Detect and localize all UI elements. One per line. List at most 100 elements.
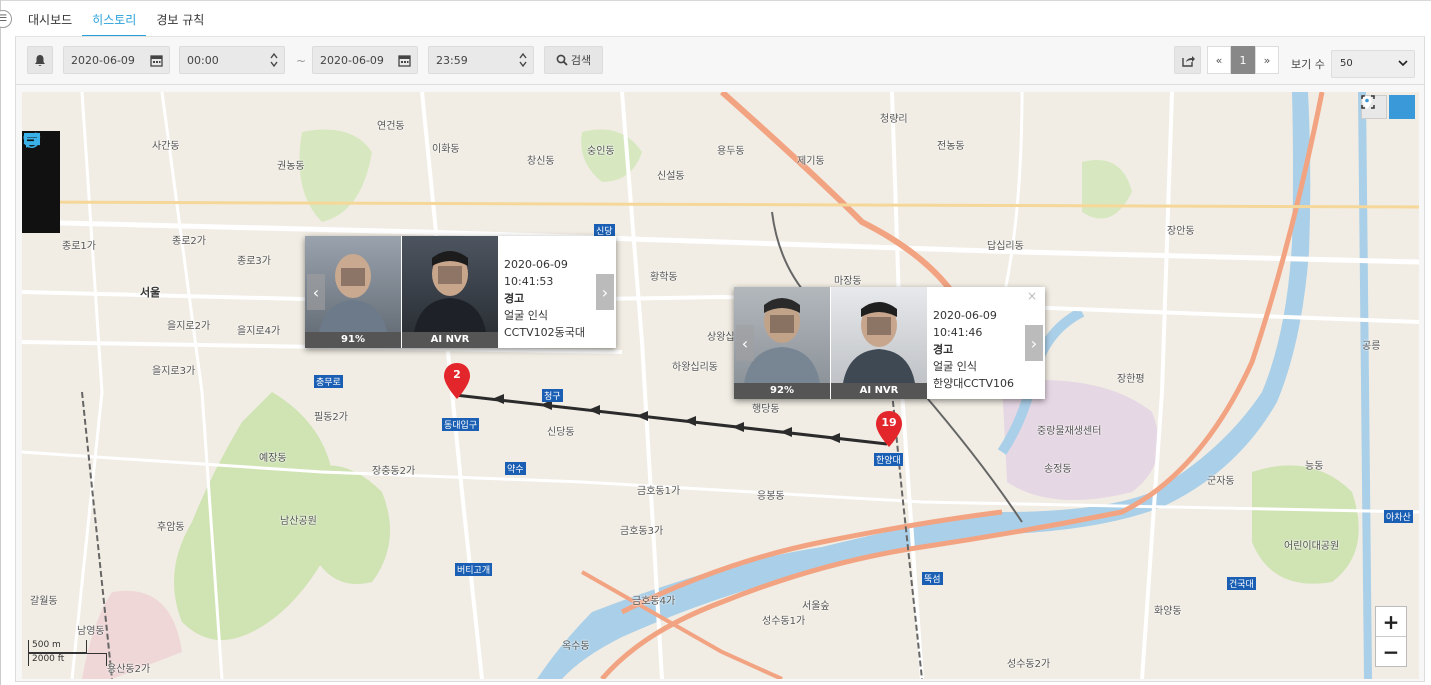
location-icon xyxy=(1362,96,1372,109)
location-toggle-button[interactable] xyxy=(1362,95,1415,119)
map-view[interactable]: 서울 종로1가 종로2가 종로3가 을지로2가 을지로3가 을지로4가 연건동 … xyxy=(22,92,1419,679)
search-button-label: 검색 xyxy=(570,54,592,67)
event-popup[interactable]: 92% AI NVR ‹ › × 2020-06-09 10:41:46 경고 … xyxy=(734,287,1045,399)
map-label: 송정동 xyxy=(1044,464,1072,475)
map-tool-panel xyxy=(22,131,60,233)
chevron-down-icon xyxy=(1398,51,1408,88)
map-label: 예장동 xyxy=(259,453,287,464)
pagination-current[interactable]: 1 xyxy=(1231,46,1255,74)
map-label: 신당동 xyxy=(547,427,575,438)
map-label: 종로1가 xyxy=(62,241,96,252)
map-label: 옥수동 xyxy=(562,641,590,652)
prev-snapshot-button[interactable]: ‹ xyxy=(736,325,754,361)
marker-label: 19 xyxy=(881,416,897,429)
event-type: 얼굴 인식 xyxy=(504,309,548,322)
map-label: 종로3가 xyxy=(237,256,271,267)
map-label: 어린이대공원 xyxy=(1284,541,1340,552)
event-type: 얼굴 인식 xyxy=(933,360,977,373)
map-label: 을지로3가 xyxy=(152,366,196,377)
match-score: 92% xyxy=(734,383,830,399)
face-placeholder xyxy=(843,302,915,383)
map-label: 뚝섬 xyxy=(922,572,943,585)
map-label: 버티고개 xyxy=(455,563,493,576)
updown-icon[interactable] xyxy=(270,52,278,68)
event-camera: CCTV102동국대 xyxy=(504,326,585,339)
reference-image: AI NVR xyxy=(831,287,927,399)
map-label: 동대입구 xyxy=(442,418,480,431)
view-count-label: 보기 수 xyxy=(1291,58,1325,71)
tab-bar: 대시보드 히스토리 경보 규칙 xyxy=(18,5,214,37)
export-icon xyxy=(1181,55,1195,67)
map-label: 사간동 xyxy=(152,141,180,152)
map-label: 군자동 xyxy=(1207,476,1235,487)
search-icon xyxy=(556,54,568,66)
map-label: 이화동 xyxy=(432,144,460,155)
swap-tool-button[interactable] xyxy=(22,132,60,233)
map-label: 을지로4가 xyxy=(237,326,281,337)
map-label: 전농동 xyxy=(937,141,965,152)
map-label: 제기동 xyxy=(797,156,825,167)
map-label: 아차산 xyxy=(1384,510,1413,523)
left-border xyxy=(0,0,1,685)
start-date-value: 2020-06-09 xyxy=(71,53,135,67)
alarm-filter-button[interactable] xyxy=(27,46,53,74)
zoom-in-button[interactable]: + xyxy=(1376,607,1406,636)
map-label: 금호동4가 xyxy=(632,596,676,607)
map-label: 약수 xyxy=(505,462,526,475)
zoom-out-button[interactable]: − xyxy=(1376,636,1406,666)
view-count-select[interactable]: 50 xyxy=(1331,50,1415,78)
swap-icon xyxy=(23,132,41,148)
event-details: 2020-06-09 10:41:46 경고 얼굴 인식 한양대CCTV106 xyxy=(933,307,1045,392)
zoom-control: + − xyxy=(1375,606,1407,667)
map-label: 남영동 xyxy=(77,626,105,637)
map-label: 금호동3가 xyxy=(620,526,664,537)
close-icon[interactable]: × xyxy=(1027,289,1037,303)
event-details: 2020-06-09 10:41:53 경고 얼굴 인식 CCTV102동국대 xyxy=(504,256,616,341)
match-score: 91% xyxy=(305,332,401,348)
comment-tool-button[interactable] xyxy=(22,133,60,199)
prev-snapshot-button[interactable]: ‹ xyxy=(307,274,325,310)
end-time-value: 23:59 xyxy=(436,53,468,67)
map-label: 숭인동 xyxy=(587,146,615,157)
map-label: 서울 xyxy=(140,286,161,299)
source-label: AI NVR xyxy=(831,383,927,399)
track-marker[interactable]: 2 xyxy=(442,362,472,400)
map-base xyxy=(22,92,1419,679)
search-button[interactable]: 검색 xyxy=(544,46,603,74)
map-label: 능동 xyxy=(1305,461,1324,472)
updown-icon[interactable] xyxy=(519,52,527,68)
start-date-input[interactable]: 2020-06-09 xyxy=(63,46,170,74)
event-level: 경고 xyxy=(504,292,525,305)
map-label: 연건동 xyxy=(377,121,405,132)
scale-imperial: 2000 ft xyxy=(28,653,107,666)
tab-alarm-rules[interactable]: 경보 규칙 xyxy=(146,5,214,37)
map-label: 을지로2가 xyxy=(167,321,211,332)
track-marker[interactable]: 19 xyxy=(874,410,904,448)
calendar-icon[interactable] xyxy=(398,54,411,67)
calendar-icon[interactable] xyxy=(150,54,163,67)
event-popup[interactable]: 91% AI NVR ‹ › 2020-06-09 10:41:53 경고 얼굴… xyxy=(305,236,616,348)
end-time-input[interactable]: 23:59 xyxy=(428,46,534,74)
tab-dashboard[interactable]: 대시보드 xyxy=(18,5,82,37)
end-date-value: 2020-06-09 xyxy=(320,53,384,67)
pagination: « 1 » xyxy=(1207,46,1279,74)
start-time-input[interactable]: 00:00 xyxy=(179,46,285,74)
map-label: 신설동 xyxy=(657,171,685,182)
map-view-toggles xyxy=(1361,95,1415,119)
scale-metric: 500 m xyxy=(28,640,87,653)
export-button[interactable] xyxy=(1174,46,1201,74)
map-label: 갈월동 xyxy=(30,596,58,607)
event-level: 경고 xyxy=(933,343,954,356)
menu-icon[interactable]: ☰ xyxy=(0,10,12,28)
pagination-prev[interactable]: « xyxy=(1207,46,1231,74)
map-label: 성수동2가 xyxy=(1007,659,1051,670)
map-label: 하왕십리동 xyxy=(672,362,718,373)
end-date-input[interactable]: 2020-06-09 xyxy=(312,46,418,74)
map-label: 후암동 xyxy=(157,522,185,533)
map-label: 충무로 xyxy=(314,375,343,388)
pagination-next[interactable]: » xyxy=(1255,46,1279,74)
tab-history[interactable]: 히스토리 xyxy=(82,5,147,37)
event-timestamp: 2020-06-09 10:41:46 xyxy=(933,309,997,339)
map-label: 화양동 xyxy=(1154,606,1182,617)
bell-icon xyxy=(35,54,45,66)
